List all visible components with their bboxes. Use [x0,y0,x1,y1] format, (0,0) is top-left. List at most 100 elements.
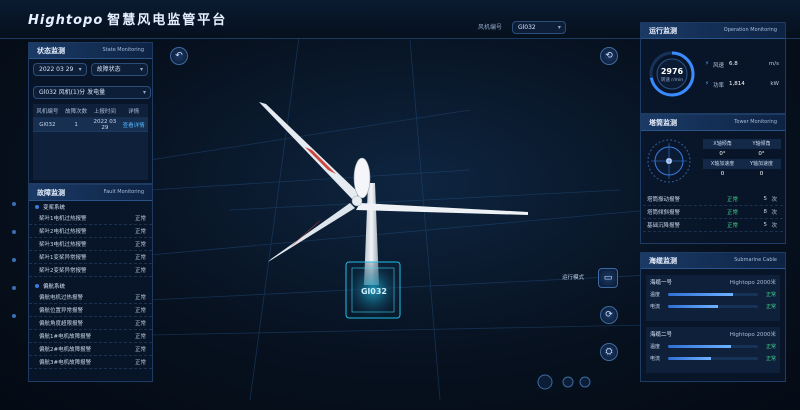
col-header: 故障次数 [65,108,88,115]
metric-value: 正常 [765,304,776,310]
cell-count: 1 [74,121,78,128]
date-select-value: 2022 03 29 [39,66,74,73]
compass-icon [647,139,691,183]
fault-select[interactable]: Gl032 风机(1)分 发电量 ▾ [33,86,151,99]
item-value: 5 [763,196,768,202]
cable-brand: Hightopo 2000米 [729,280,776,286]
list-item: 偏航角度超限报警 正常 [29,317,152,330]
row-label: 风速 [713,63,725,69]
turbine-blade-3 [268,203,355,262]
rotate-view-button[interactable]: ⟳ [600,306,618,324]
monitor-view-button[interactable]: ▭ [598,268,618,288]
turbine-select[interactable]: Gl032 ▾ [511,21,566,34]
mode-select[interactable]: 故障状态 ▾ [90,63,148,76]
item-value: 正常 [134,229,146,235]
item-status: 正常 [727,210,739,216]
fault-group-pitch[interactable]: 变桨系统 [29,201,152,212]
item-value: 正常 [134,268,146,274]
status-panel: 状态监测 State Monitoring 2022 03 29 ▾ 故障状态 ▾ … [28,42,153,184]
item-value: 正常 [134,347,146,353]
fault-panel-title: 故障监测 [37,189,65,197]
side-markers [12,202,18,352]
cable-brand: Hightopo 2000米 [729,332,776,338]
item-value: 8 [763,209,768,215]
metric-bar [668,293,758,296]
status-table-header: 风机编号 故障次数 上报时间 详情 [33,104,148,118]
row-label: 功率 [713,83,725,89]
metric-value: 正常 [765,344,776,350]
layers-button[interactable]: ⛭ [600,343,618,361]
date-select[interactable]: 2022 03 29 ▾ [33,63,87,76]
turbine-selector: 风机编号 Gl032 ▾ [478,21,566,34]
row-unit: kW [770,81,779,87]
bolt-icon: ⚡ [705,81,709,87]
operation-panel: 运行监测 Operation Monitoring 2976 转速 r/min … [640,22,786,114]
status-panel-header: 状态监测 State Monitoring [29,43,152,59]
grid-label: Y轴加速度 [749,161,774,167]
list-item: 桨叶3电机过热报警 正常 [29,238,152,251]
turbine-blade-2 [356,203,528,215]
item-value: 正常 [134,216,146,222]
list-item: 偏航1#电机故障报警 正常 [29,330,152,343]
operation-panel-subtitle: Operation Monitoring [723,27,777,33]
metric-label: 温度 [650,344,661,350]
row-value: 1,814 [729,81,745,87]
cable-card-1[interactable]: 海缆一号 Hightopo 2000米 温度 正常 电流 正常 [646,275,780,321]
cable-card-2[interactable]: 海缆二号 Hightopo 2000米 温度 正常 电流 正常 [646,327,780,373]
operation-panel-header: 运行监测 Operation Monitoring [641,23,785,39]
tower-alarm-list: 塔筒振动报警 正常 5 次 塔筒倾斜报警 正常 8 次 基础沉降报警 正常 5 次 [643,193,783,232]
reset-view-button[interactable]: ⟲ [600,47,618,65]
item-label: 偏航2#电机故障报警 [39,347,92,353]
metric-bar [668,357,758,360]
item-status: 正常 [727,223,739,229]
view-mode-label: 运行模式 [562,275,585,281]
arrow-left-icon: ↶ [175,51,183,61]
table-row[interactable]: Gl032 1 2022 03 29 查看详情 [33,118,148,132]
operation-panel-title: 运行监测 [649,27,677,35]
app-logo: Hightopo 智慧风电监管平台 [28,9,227,28]
item-label: 桨叶1变桨异常报警 [39,255,87,261]
layers-icon: ⛭ [605,347,613,357]
metric-label: 电流 [650,356,661,362]
mode-select-value: 故障状态 [96,66,121,73]
item-value: 正常 [134,334,146,340]
item-value: 正常 [134,242,146,248]
row-unit: m/s [768,61,779,67]
grid-value: 0° [758,151,765,157]
tower-panel-header: 塔筒监测 Tower Monitoring [641,115,785,131]
item-unit: 次 [771,223,777,229]
item-status: 正常 [727,197,739,203]
list-item: 偏航3#电机故障报警 正常 [29,356,152,369]
cell-time: 2022 03 29 [93,118,117,131]
cable-panel: 海缆监测 Submarine Cable 海缆一号 Hightopo 2000米 … [640,252,786,382]
item-value: 5 [763,222,768,228]
status-panel-subtitle: State Monitoring [102,47,144,53]
item-label: 桨叶2电机过热报警 [39,229,87,235]
cable-name: 海缆二号 [650,332,673,338]
col-header: 详情 [128,108,140,115]
item-label: 偏航位置异常报警 [39,308,84,314]
item-label: 塔筒振动报警 [647,197,681,203]
fault-group-yaw[interactable]: 偏航系统 [29,280,152,291]
cable-panel-header: 海缆监测 Submarine Cable [641,253,785,269]
details-link[interactable]: 查看详情 [119,121,148,129]
item-value: 正常 [134,295,146,301]
turbine-nacelle [353,157,371,199]
list-item: 塔筒振动报警 正常 5 次 [643,193,783,206]
metric-label: 电流 [650,304,661,310]
item-unit: 次 [771,197,777,203]
bullet-icon [35,204,39,209]
status-panel-title: 状态监测 [37,47,65,55]
metric-label: 温度 [650,292,661,298]
group-name: 变桨系统 [43,204,66,211]
list-item: 塔筒倾斜报警 正常 8 次 [643,206,783,219]
metric-value: 正常 [765,292,776,298]
back-button[interactable]: ↶ [170,47,188,65]
tower-panel-title: 塔筒监测 [649,119,677,127]
power-row: ⚡ 功率 1,814 kW [705,81,779,89]
chevron-down-icon: ▾ [142,89,146,96]
turbine-select-value: Gl032 [517,24,536,31]
tower-panel: 塔筒监测 Tower Monitoring X轴倾角 Y轴倾角 0° 0° X轴加速… [640,114,786,244]
list-item: 偏航电机过热报警 正常 [29,291,152,304]
item-value: 正常 [134,255,146,261]
